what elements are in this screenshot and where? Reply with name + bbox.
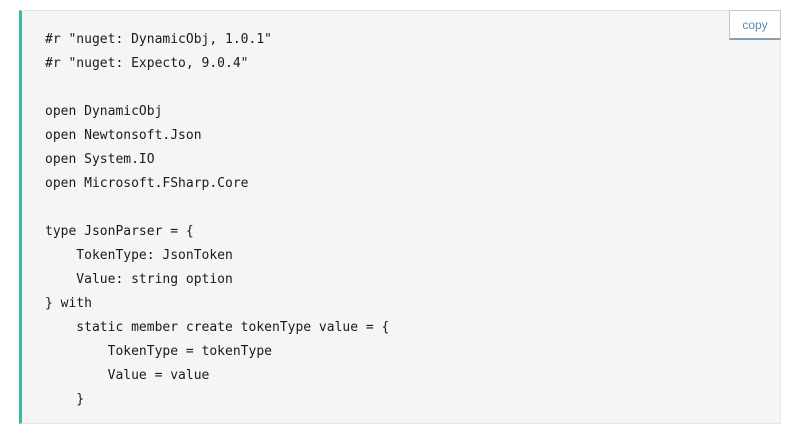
code-line: Value = value (45, 368, 210, 383)
code-line: } with (45, 296, 92, 311)
code-line: #r "nuget: DynamicObj, 1.0.1" (45, 32, 272, 47)
copy-button[interactable]: copy (729, 10, 781, 40)
code-line: } (45, 392, 85, 407)
code-block: copy #r "nuget: DynamicObj, 1.0.1" #r "nu… (19, 10, 781, 424)
code-line: TokenType: JsonToken (45, 248, 233, 263)
code-line: TokenType = tokenType (45, 344, 272, 359)
code-line: open Microsoft.FSharp.Core (45, 176, 249, 191)
code-line: static member create tokenType value = { (45, 320, 390, 335)
code-line: open System.IO (45, 152, 155, 167)
code-line: #r "nuget: Expecto, 9.0.4" (45, 56, 249, 71)
code-line: type JsonParser = { (45, 224, 194, 239)
code-line: open Newtonsoft.Json (45, 128, 202, 143)
code-content: #r "nuget: DynamicObj, 1.0.1" #r "nuget: … (45, 28, 389, 412)
code-line: open DynamicObj (45, 104, 163, 119)
code-line: Value: string option (45, 272, 233, 287)
